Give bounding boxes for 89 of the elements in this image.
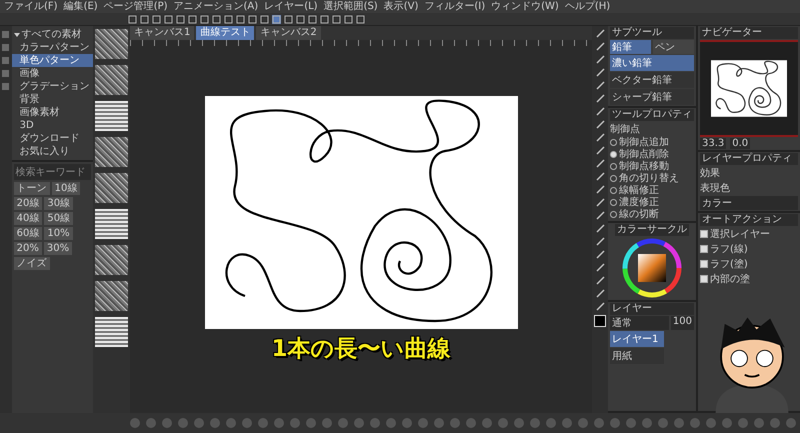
tree-item[interactable]: グラデーション (12, 80, 94, 93)
tag-chip[interactable]: 20線 (14, 197, 42, 210)
property-label: 表現色 (700, 182, 731, 195)
action-label: 選択レイヤー (710, 228, 770, 241)
tag-chip[interactable]: 10線 (52, 182, 80, 195)
tree-item[interactable]: カラーパターン (12, 41, 94, 54)
texture-thumbnail[interactable] (95, 209, 128, 239)
document-tab[interactable]: キャンバス2 (256, 26, 321, 40)
tree-item[interactable]: 背景 (12, 93, 94, 106)
menu-item[interactable]: ファイル(F) (4, 0, 58, 12)
color-swatch[interactable] (594, 315, 606, 327)
radio-option[interactable]: 制御点削除 (610, 149, 694, 160)
tree-item[interactable]: ダウンロード (12, 132, 94, 145)
layer-row[interactable]: 用紙 (610, 348, 664, 364)
tree-item[interactable]: すべての素材 (12, 28, 94, 41)
property-label: 効果 (700, 166, 721, 180)
tag-chip[interactable]: トーン (14, 182, 50, 195)
action-label: ラフ(塗) (710, 258, 748, 271)
texture-thumbnail[interactable] (95, 317, 128, 347)
texture-thumbnail[interactable] (95, 245, 128, 275)
tag-chip[interactable]: 50線 (44, 212, 74, 225)
panel-title: カラーサークル (615, 224, 689, 236)
texture-thumbnail[interactable] (95, 29, 128, 59)
menu-item[interactable]: フィルター(I) (424, 0, 486, 12)
menu-item[interactable]: 表示(V) (384, 0, 418, 12)
subtool-tab[interactable]: ペン (653, 40, 694, 54)
checkbox[interactable] (700, 260, 708, 268)
panel-title: レイヤープロパティ (700, 153, 798, 165)
layer-row[interactable]: レイヤー1 (610, 331, 664, 347)
search-field[interactable]: 検索キーワード (14, 164, 92, 180)
property-label: 制御点 (610, 122, 641, 136)
menu-item[interactable]: ウィンドウ(W) (491, 0, 559, 12)
tag-chip[interactable]: 30線 (44, 197, 74, 210)
texture-thumbnail[interactable] (95, 101, 128, 131)
tree-item[interactable]: 画像素材 (12, 106, 94, 119)
caption: 1本の長〜い曲線 (271, 334, 450, 364)
document-tab[interactable]: キャンバス1 (130, 26, 194, 40)
subtool-item[interactable]: ベクター鉛筆 (610, 72, 694, 88)
action-row[interactable]: 内部の塗 (700, 272, 798, 286)
checkbox[interactable] (700, 275, 708, 283)
texture-thumbnail[interactable] (95, 137, 128, 167)
radio-option[interactable]: 制御点追加 (610, 137, 694, 148)
menu-item[interactable]: ページ管理(P) (104, 0, 168, 12)
action-row[interactable]: ラフ(塗) (700, 257, 798, 271)
zoom-value[interactable]: 33.3 (700, 138, 726, 149)
opacity-field[interactable]: 100 (670, 316, 694, 330)
tag-chip[interactable]: ノイズ (14, 257, 50, 270)
action-row[interactable]: 選択レイヤー (700, 227, 798, 241)
color-mode-dropdown[interactable]: カラー (700, 196, 798, 210)
radio-option[interactable]: 制御点移動 (610, 161, 694, 172)
panel-title: レイヤー (610, 303, 694, 315)
tag-chip[interactable]: 60線 (14, 227, 42, 240)
blend-mode-dropdown[interactable]: 通常 (610, 316, 669, 330)
tag-chip[interactable]: 10% (44, 227, 73, 240)
checkbox[interactable] (700, 230, 708, 238)
angle-value[interactable]: 0.0 (730, 138, 750, 149)
menu-item[interactable]: ヘルプ(H) (564, 0, 610, 12)
panel-title: オートアクション (700, 214, 798, 226)
tree-item[interactable]: 単色パターン (12, 54, 94, 67)
radio-option[interactable]: 線幅修正 (610, 185, 694, 196)
texture-thumbnail[interactable] (95, 281, 128, 311)
checkbox[interactable] (700, 245, 708, 253)
panel-title: ツールプロパティ (610, 109, 694, 121)
subtool-item[interactable]: 濃い鉛筆 (610, 55, 694, 71)
tree-item[interactable]: 3D (12, 119, 94, 132)
radio-option[interactable]: 角の切り替え (610, 173, 694, 184)
document-tab[interactable]: 曲線テスト (196, 26, 254, 40)
tag-chip[interactable]: 30% (44, 242, 72, 255)
menu-item[interactable]: レイヤー(L) (264, 0, 318, 12)
radio-option[interactable]: 濃度修正 (610, 197, 694, 208)
action-label: 内部の塗 (710, 272, 750, 286)
panel-title: ナビゲーター (700, 27, 798, 39)
panel-title: サブツール (610, 27, 694, 39)
expand-caret-icon[interactable] (14, 32, 20, 38)
menu-item[interactable]: 選択範囲(S) (324, 0, 378, 12)
action-row[interactable]: ラフ(線) (700, 242, 798, 256)
subtool-item[interactable]: シャープ鉛筆 (610, 89, 694, 105)
texture-thumbnail[interactable] (95, 173, 128, 203)
menu-item[interactable]: 編集(E) (64, 0, 98, 12)
color-wheel[interactable] (621, 237, 683, 299)
tag-chip[interactable]: 40線 (14, 212, 42, 225)
tree-item[interactable]: お気に入り (12, 145, 94, 158)
tree-item[interactable]: 画像 (12, 67, 94, 80)
tag-chip[interactable]: 20% (14, 242, 42, 255)
action-label: ラフ(線) (710, 243, 748, 256)
subtool-tab[interactable]: 鉛筆 (610, 40, 651, 54)
radio-option[interactable]: 線の切断 (610, 209, 694, 220)
texture-thumbnail[interactable] (95, 65, 128, 95)
menu-item[interactable]: アニメーション(A) (174, 0, 258, 12)
